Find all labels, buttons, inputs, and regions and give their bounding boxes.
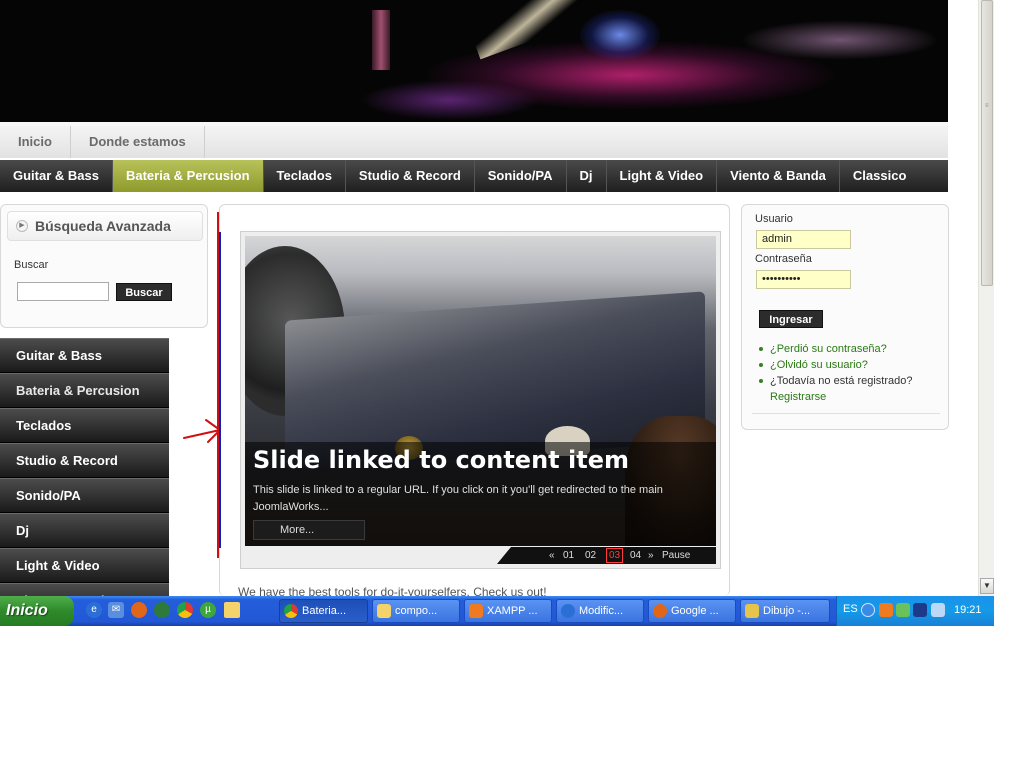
taskbar-window-modific[interactable]: Modific... bbox=[556, 599, 644, 623]
search-button[interactable]: Buscar bbox=[116, 283, 172, 301]
catnav-item-sonido-pa[interactable]: Sonido/PA bbox=[475, 160, 567, 192]
slider-navigation: « 01 02 03 04 » Pause bbox=[497, 547, 716, 564]
slider-page-02[interactable]: 02 bbox=[585, 547, 596, 564]
catnav-item-classico[interactable]: Classico bbox=[840, 160, 920, 192]
taskbar-window-label: Dibujo -... bbox=[763, 605, 811, 617]
system-tray: ES 19:21 bbox=[836, 596, 994, 626]
image-slider[interactable]: Slide linked to content item This slide … bbox=[240, 231, 721, 569]
slide-image[interactable]: Slide linked to content item This slide … bbox=[245, 236, 716, 546]
xampp-icon[interactable] bbox=[879, 603, 893, 617]
register-prompt: ¿Todavía no está registrado? bbox=[770, 375, 913, 387]
slider-page-04[interactable]: 04 bbox=[630, 547, 641, 564]
clock: 19:21 bbox=[954, 604, 982, 616]
annotation-bracket bbox=[217, 212, 221, 558]
utorrent-icon[interactable]: µ bbox=[200, 602, 216, 618]
grip-icon: ≡ bbox=[985, 103, 989, 109]
sidebar-item-bateria-percusion[interactable]: Bateria & Percusion bbox=[0, 373, 169, 408]
catnav-item-light-video[interactable]: Light & Video bbox=[607, 160, 718, 192]
login-links: ¿Perdió su contraseña? ¿Olvidó su usuari… bbox=[756, 341, 912, 405]
sidebar-item-teclados[interactable]: Teclados bbox=[0, 408, 169, 443]
category-navigation: Guitar & Bass Bateria & Percusion Teclad… bbox=[0, 160, 948, 192]
password-field[interactable]: •••••••••• bbox=[756, 270, 851, 289]
advanced-search-header[interactable]: ▶ Búsqueda Avanzada bbox=[7, 211, 203, 241]
scrollbar-thumb[interactable]: ≡ bbox=[981, 0, 993, 286]
taskbar-window-bateria[interactable]: Bateria... bbox=[279, 599, 368, 623]
ie-icon[interactable]: e bbox=[86, 602, 102, 618]
firefox-icon[interactable] bbox=[131, 602, 147, 618]
topnav-item-inicio[interactable]: Inicio bbox=[0, 126, 71, 158]
chrome-icon[interactable] bbox=[177, 602, 193, 618]
slide-more-button[interactable]: More... bbox=[253, 520, 365, 540]
arrow-right-icon: ▶ bbox=[16, 220, 28, 232]
chrome-icon bbox=[284, 604, 298, 618]
seamonkey-icon[interactable] bbox=[154, 602, 170, 618]
sidebar-item-light-video[interactable]: Light & Video bbox=[0, 548, 169, 583]
chevron-left-icon[interactable] bbox=[861, 603, 875, 617]
vertical-scrollbar[interactable]: ≡ ▼ bbox=[978, 0, 994, 596]
slide-description: This slide is linked to a regular URL. I… bbox=[253, 484, 663, 513]
advanced-search-module: ▶ Búsqueda Avanzada Buscar Buscar bbox=[0, 204, 208, 328]
folder-icon[interactable] bbox=[224, 602, 240, 618]
taskbar-window-label: XAMPP ... bbox=[487, 605, 538, 617]
browser-viewport: Inicio Donde estamos Guitar & Bass Bater… bbox=[0, 0, 994, 596]
slide-title[interactable]: Slide linked to content item bbox=[253, 446, 629, 474]
register-link[interactable]: Registrarse bbox=[770, 391, 826, 403]
taskbar-window-dibujo[interactable]: Dibujo -... bbox=[740, 599, 830, 623]
main-content-panel: Slide linked to content item This slide … bbox=[219, 204, 730, 596]
username-field[interactable]: admin bbox=[756, 230, 851, 249]
catnav-item-guitar-bass[interactable]: Guitar & Bass bbox=[0, 160, 113, 192]
top-navigation: Inicio Donde estamos bbox=[0, 122, 948, 158]
network-icon[interactable] bbox=[896, 603, 910, 617]
forgot-username-link[interactable]: ¿Olvidó su usuario? bbox=[770, 359, 868, 371]
divider bbox=[752, 413, 940, 414]
catnav-item-bateria-percusion[interactable]: Bateria & Percusion bbox=[112, 160, 264, 192]
header-banner-image bbox=[0, 0, 948, 122]
login-module: Usuario admin Contraseña •••••••••• Ingr… bbox=[741, 204, 949, 430]
start-button[interactable]: Inicio bbox=[0, 596, 74, 626]
taskbar-window-label: compo... bbox=[395, 605, 438, 617]
side-category-menu: Guitar & Bass Bateria & Percusion Teclad… bbox=[0, 338, 169, 596]
slider-next-button[interactable]: » bbox=[648, 547, 654, 564]
catnav-item-dj[interactable]: Dj bbox=[567, 160, 607, 192]
taskbar-window-label: Bateria... bbox=[302, 605, 347, 617]
catnav-item-teclados[interactable]: Teclados bbox=[264, 160, 346, 192]
ie-icon bbox=[561, 604, 575, 618]
topnav-item-donde-estamos[interactable]: Donde estamos bbox=[71, 126, 205, 158]
taskbar-window-compo[interactable]: compo... bbox=[372, 599, 460, 623]
slider-page-03[interactable]: 03 bbox=[606, 548, 624, 563]
xampp-icon bbox=[469, 604, 483, 618]
forgot-password-link[interactable]: ¿Perdió su contraseña? bbox=[770, 343, 887, 355]
search-input[interactable] bbox=[17, 282, 109, 301]
password-label: Contraseña bbox=[755, 253, 812, 265]
content-intro-text: We have the best tools for do-it-yoursel… bbox=[238, 585, 547, 596]
sidebar-item-studio-record[interactable]: Studio & Record bbox=[0, 443, 169, 478]
language-indicator[interactable]: ES bbox=[843, 603, 858, 615]
firefox-icon bbox=[653, 604, 667, 618]
taskbar-window-xampp[interactable]: XAMPP ... bbox=[464, 599, 552, 623]
slide-caption: Slide linked to content item This slide … bbox=[245, 442, 716, 546]
paint-icon bbox=[745, 604, 759, 618]
windows-taskbar: Inicio e ✉ µ Bateria... compo... XAMPP .… bbox=[0, 596, 994, 626]
slider-prev-button[interactable]: « bbox=[549, 547, 555, 564]
taskbar-window-google[interactable]: Google ... bbox=[648, 599, 736, 623]
sidebar-item-viento-banda[interactable]: Viento & Banda bbox=[0, 583, 169, 596]
folder-icon bbox=[377, 604, 391, 618]
scroll-down-arrow-icon[interactable]: ▼ bbox=[980, 578, 994, 594]
monitor-icon[interactable] bbox=[913, 603, 927, 617]
connection-icon[interactable] bbox=[931, 603, 945, 617]
sidebar-item-sonido-pa[interactable]: Sonido/PA bbox=[0, 478, 169, 513]
outlook-icon[interactable]: ✉ bbox=[108, 602, 124, 618]
catnav-item-viento-banda[interactable]: Viento & Banda bbox=[717, 160, 840, 192]
taskbar-window-label: Google ... bbox=[671, 605, 719, 617]
slider-pause-button[interactable]: Pause bbox=[662, 547, 690, 564]
taskbar-window-label: Modific... bbox=[579, 605, 624, 617]
catnav-item-studio-record[interactable]: Studio & Record bbox=[346, 160, 475, 192]
search-label: Buscar bbox=[14, 259, 49, 271]
username-label: Usuario bbox=[755, 213, 793, 225]
slider-page-01[interactable]: 01 bbox=[563, 547, 574, 564]
advanced-search-title: Búsqueda Avanzada bbox=[35, 218, 171, 234]
login-button[interactable]: Ingresar bbox=[759, 310, 823, 328]
sidebar-item-guitar-bass[interactable]: Guitar & Bass bbox=[0, 338, 169, 373]
sidebar-item-dj[interactable]: Dj bbox=[0, 513, 169, 548]
